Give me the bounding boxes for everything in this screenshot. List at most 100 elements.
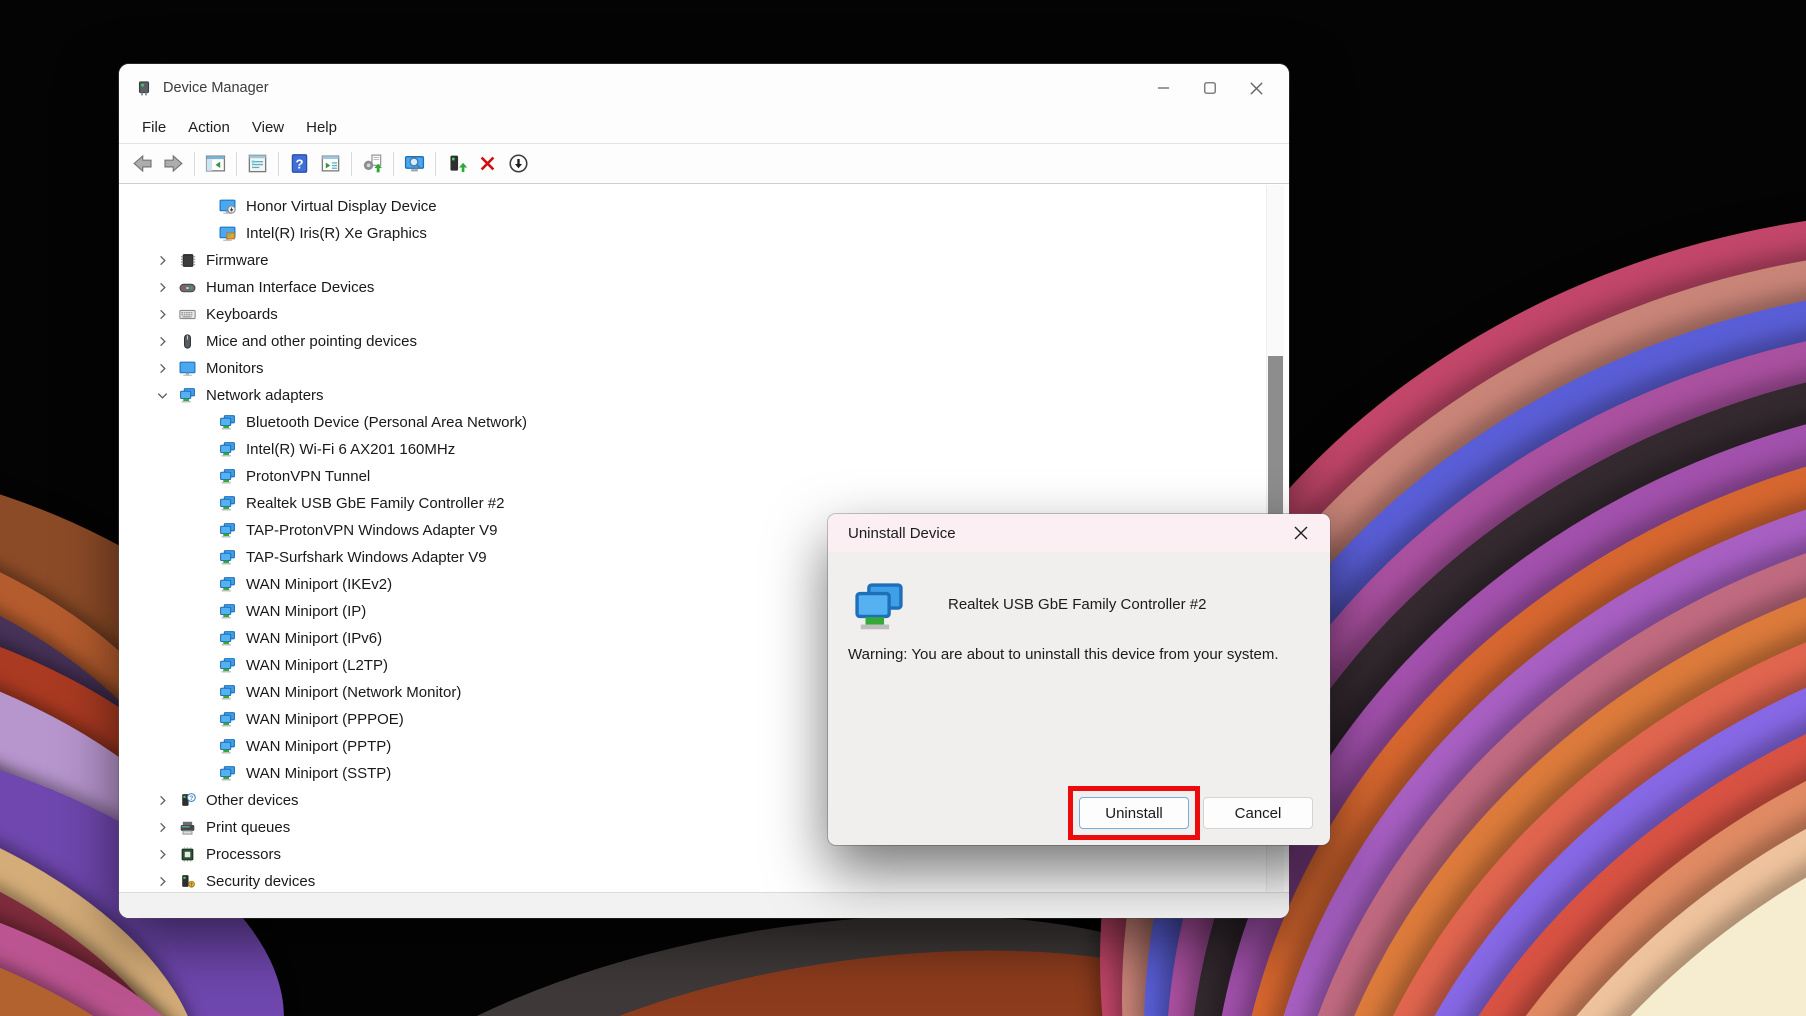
network-icon bbox=[219, 630, 239, 647]
network-icon bbox=[219, 468, 239, 485]
uninstall-button[interactable]: Uninstall bbox=[1079, 797, 1189, 829]
properties-icon[interactable] bbox=[242, 149, 273, 179]
hid-icon bbox=[179, 279, 199, 296]
monitor-icon bbox=[179, 360, 199, 377]
tree-item-label: Other devices bbox=[206, 792, 299, 809]
tree-item-label: WAN Miniport (SSTP) bbox=[246, 765, 392, 782]
network-icon bbox=[219, 414, 239, 431]
tree-item-label: WAN Miniport (IKEv2) bbox=[246, 576, 393, 593]
expander-chevron-icon[interactable] bbox=[155, 253, 179, 269]
tree-item-label: Realtek USB GbE Family Controller #2 bbox=[246, 495, 505, 512]
network-icon bbox=[219, 549, 239, 566]
tree-item[interactable]: Processors bbox=[119, 841, 1289, 868]
tree-item-label: WAN Miniport (L2TP) bbox=[246, 657, 388, 674]
expander-chevron-icon[interactable] bbox=[155, 847, 179, 863]
close-button[interactable] bbox=[1233, 64, 1279, 112]
network-icon bbox=[219, 738, 239, 755]
expander-chevron-icon[interactable] bbox=[155, 820, 179, 836]
network-icon bbox=[219, 522, 239, 539]
tree-item[interactable]: Realtek USB GbE Family Controller #2 bbox=[119, 490, 1289, 517]
tree-item[interactable]: ProtonVPN Tunnel bbox=[119, 463, 1289, 490]
expander-chevron-icon[interactable] bbox=[155, 793, 179, 809]
tree-item[interactable]: Human Interface Devices bbox=[119, 274, 1289, 301]
tree-item[interactable]: Honor Virtual Display Device bbox=[119, 193, 1289, 220]
expander-chevron-icon[interactable] bbox=[155, 388, 179, 404]
dialog-close-icon[interactable] bbox=[1286, 518, 1316, 548]
tree-item-label: Keyboards bbox=[206, 306, 278, 323]
expander-chevron-icon[interactable] bbox=[155, 334, 179, 350]
network-icon bbox=[219, 603, 239, 620]
tree-item[interactable]: Keyboards bbox=[119, 301, 1289, 328]
minimize-button[interactable] bbox=[1141, 64, 1187, 112]
network-icon bbox=[219, 765, 239, 782]
tree-item-label: WAN Miniport (IPv6) bbox=[246, 630, 383, 647]
cancel-button[interactable]: Cancel bbox=[1203, 797, 1313, 829]
network-icon bbox=[219, 711, 239, 728]
menu-view[interactable]: View bbox=[241, 115, 295, 140]
mouse-icon bbox=[179, 333, 199, 350]
update-driver-icon[interactable] bbox=[441, 149, 472, 179]
tree-item[interactable]: Intel(R) Wi-Fi 6 AX201 160MHz bbox=[119, 436, 1289, 463]
network-icon bbox=[219, 576, 239, 593]
tree-item[interactable]: Monitors bbox=[119, 355, 1289, 382]
tree-item[interactable]: Network adapters bbox=[119, 382, 1289, 409]
tree-item[interactable]: Firmware bbox=[119, 247, 1289, 274]
printer-icon bbox=[179, 819, 199, 836]
dialog-device-row: Realtek USB GbE Family Controller #2 bbox=[852, 580, 1206, 630]
network-adapter-icon bbox=[852, 580, 906, 630]
network-icon bbox=[219, 657, 239, 674]
tree-item[interactable]: Mice and other pointing devices bbox=[119, 328, 1289, 355]
menu-file[interactable]: File bbox=[131, 115, 177, 140]
toolbar-separator bbox=[393, 151, 394, 176]
tree-item-label: WAN Miniport (Network Monitor) bbox=[246, 684, 462, 701]
network-icon bbox=[219, 441, 239, 458]
tree-item-label: Print queues bbox=[206, 819, 291, 836]
tree-item-label: WAN Miniport (PPPOE) bbox=[246, 711, 404, 728]
tree-item-label: Human Interface Devices bbox=[206, 279, 375, 296]
menu-help[interactable]: Help bbox=[295, 115, 348, 140]
security-icon bbox=[179, 873, 199, 890]
tree-item-label: Mice and other pointing devices bbox=[206, 333, 417, 350]
tree-item[interactable]: Bluetooth Device (Personal Area Network) bbox=[119, 409, 1289, 436]
show-console-tree-icon[interactable] bbox=[200, 149, 231, 179]
expander-chevron-icon[interactable] bbox=[155, 361, 179, 377]
scan-setup-icon[interactable] bbox=[357, 149, 388, 179]
tree-item-label: WAN Miniport (PPTP) bbox=[246, 738, 392, 755]
dialog-title: Uninstall Device bbox=[848, 524, 956, 542]
tree-item-label: Monitors bbox=[206, 360, 264, 377]
network-icon bbox=[219, 495, 239, 512]
forward-icon[interactable] bbox=[158, 149, 189, 179]
disable-device-icon[interactable] bbox=[503, 149, 534, 179]
expander-chevron-icon[interactable] bbox=[155, 874, 179, 890]
toolbar: ? bbox=[119, 144, 1289, 184]
expander-chevron-icon[interactable] bbox=[155, 307, 179, 323]
tree-item-label: Honor Virtual Display Device bbox=[246, 198, 437, 215]
uninstall-device-icon[interactable] bbox=[472, 149, 503, 179]
device-manager-app-icon bbox=[135, 79, 153, 97]
tree-item-label: Security devices bbox=[206, 873, 316, 890]
scan-computer-icon[interactable] bbox=[399, 149, 430, 179]
maximize-button[interactable] bbox=[1187, 64, 1233, 112]
tree-item[interactable]: Intel(R) Iris(R) Xe Graphics bbox=[119, 220, 1289, 247]
menu-bar: File Action View Help bbox=[119, 112, 1289, 144]
keyboard-icon bbox=[179, 306, 199, 323]
tree-item-label: Firmware bbox=[206, 252, 269, 269]
expander-chevron-icon[interactable] bbox=[155, 280, 179, 296]
gpu-icon bbox=[219, 225, 239, 242]
dialog-title-bar: Uninstall Device bbox=[828, 514, 1330, 552]
help-icon[interactable]: ? bbox=[284, 149, 315, 179]
back-icon[interactable] bbox=[127, 149, 158, 179]
export-list-icon[interactable] bbox=[315, 149, 346, 179]
tree-item[interactable]: Security devices bbox=[119, 868, 1289, 892]
menu-action[interactable]: Action bbox=[177, 115, 241, 140]
